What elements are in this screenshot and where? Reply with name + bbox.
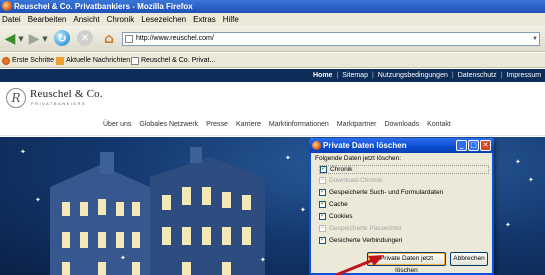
site-logo-subtitle: PRIVATBANKIERS bbox=[31, 101, 87, 106]
topnav-separator: | bbox=[336, 72, 339, 79]
checkbox-label: Download-Chronik bbox=[329, 177, 383, 184]
snowflake-icon: ✦ bbox=[515, 158, 521, 166]
firefox-bookmark-icon bbox=[2, 56, 10, 65]
menu-ansicht[interactable]: Ansicht bbox=[73, 13, 99, 26]
cancel-button[interactable]: Abbrechen bbox=[450, 252, 488, 266]
checkbox-cache[interactable]: Cache bbox=[319, 199, 348, 208]
dialog-prompt: Folgende Daten jetzt löschen: bbox=[315, 155, 401, 162]
snowflake-icon: ✦ bbox=[260, 256, 266, 264]
checkbox-label: Gespeicherte Such- und Formulardaten bbox=[329, 189, 444, 196]
topnav-imprint-link[interactable]: Impressum bbox=[506, 69, 541, 82]
back-arrow-icon[interactable]: ◀ bbox=[2, 31, 18, 47]
checkbox-icon[interactable] bbox=[319, 187, 326, 196]
nav-marktinformationen[interactable]: Marktinformationen bbox=[269, 114, 329, 136]
checkbox-icon[interactable] bbox=[319, 235, 326, 244]
menu-hilfe[interactable]: Hilfe bbox=[223, 13, 239, 26]
menu-bearbeiten[interactable]: Bearbeiten bbox=[28, 13, 67, 26]
checkbox-icon[interactable] bbox=[320, 164, 327, 173]
site-main-navigation: Über uns Globales Netzwerk Presse Karrie… bbox=[0, 114, 545, 136]
checkbox-cookies[interactable]: Cookies bbox=[319, 211, 353, 220]
window-title-bar: Reuschel & Co. Privatbankiers - Mozilla … bbox=[0, 0, 545, 13]
bank-building-image bbox=[50, 147, 265, 275]
topnav-separator: | bbox=[500, 72, 503, 79]
bookmark-reuschel[interactable]: Reuschel & Co. Privat... bbox=[131, 53, 215, 68]
bookmark-erste-schritte[interactable]: Erste Schritte bbox=[2, 53, 54, 68]
minimize-icon[interactable]: _ bbox=[456, 140, 467, 151]
home-icon[interactable]: ⌂ bbox=[100, 31, 118, 47]
bookmark-label: Erste Schritte bbox=[12, 57, 55, 64]
clear-private-data-dialog: Private Daten löschen _ □ ✕ Folgende Dat… bbox=[309, 138, 494, 275]
firefox-logo-icon bbox=[2, 1, 12, 11]
menu-extras[interactable]: Extras bbox=[193, 13, 216, 26]
back-history-dropdown-icon[interactable]: ▼ bbox=[18, 31, 24, 46]
checkbox-label: Cache bbox=[329, 201, 348, 208]
nav-karriere[interactable]: Karriere bbox=[236, 114, 261, 136]
bookmark-label: Aktuelle Nachrichten bbox=[66, 57, 131, 64]
reuschel-logo-icon[interactable]: R bbox=[6, 88, 26, 108]
snowflake-icon: ✦ bbox=[285, 154, 291, 162]
snowflake-icon: ✦ bbox=[35, 196, 41, 204]
checkbox-label: Gesicherte Verbindungen bbox=[329, 237, 403, 244]
checkbox-label: Gespeicherte Passwörter bbox=[329, 225, 402, 232]
topnav-sitemap-link[interactable]: Sitemap bbox=[342, 69, 368, 82]
menu-chronik[interactable]: Chronik bbox=[107, 13, 135, 26]
snowflake-icon: ✦ bbox=[505, 221, 511, 229]
close-icon[interactable]: ✕ bbox=[480, 140, 491, 151]
rss-feed-icon bbox=[56, 56, 64, 65]
topnav-separator: | bbox=[371, 72, 374, 79]
checkbox-passwoerter: Gespeicherte Passwörter bbox=[319, 223, 402, 232]
site-logo-name[interactable]: Reuschel & Co. bbox=[30, 88, 103, 100]
url-bar[interactable]: http://www.reuschel.com/ ▼ bbox=[122, 32, 540, 46]
nav-ueber-uns[interactable]: Über uns bbox=[103, 114, 131, 136]
forward-arrow-icon[interactable]: ▶ bbox=[26, 31, 42, 47]
checkbox-download-chronik: Download-Chronik bbox=[319, 175, 383, 184]
url-text: http://www.reuschel.com/ bbox=[136, 35, 214, 42]
checkbox-icon[interactable] bbox=[319, 211, 326, 220]
url-dropdown-icon[interactable]: ▼ bbox=[532, 33, 538, 45]
bookmark-label: Reuschel & Co. Privat... bbox=[141, 57, 216, 64]
menu-lesezeichen[interactable]: Lesezeichen bbox=[141, 13, 186, 26]
forward-history-dropdown-icon[interactable]: ▼ bbox=[42, 31, 48, 46]
checkbox-chronik[interactable]: Chronik bbox=[319, 164, 489, 174]
bookmarks-toolbar: Erste Schritte Aktuelle Nachrichten Reus… bbox=[0, 53, 545, 68]
topnav-home-link[interactable]: Home bbox=[313, 69, 332, 82]
snowflake-icon: ✦ bbox=[528, 176, 534, 184]
stop-icon[interactable]: ✕ bbox=[77, 30, 93, 46]
menu-bar: Datei Bearbeiten Ansicht Chronik Lesezei… bbox=[0, 13, 545, 26]
checkbox-icon bbox=[319, 175, 326, 184]
site-top-navigation: Home | Sitemap | Nutzungsbedingungen | D… bbox=[0, 69, 545, 82]
dialog-title-bar[interactable]: Private Daten löschen _ □ ✕ bbox=[309, 138, 494, 153]
maximize-icon[interactable]: □ bbox=[468, 140, 479, 151]
snowflake-icon: ✦ bbox=[120, 254, 126, 262]
nav-downloads[interactable]: Downloads bbox=[384, 114, 419, 136]
snowflake-icon: ✦ bbox=[20, 148, 26, 156]
nav-presse[interactable]: Presse bbox=[206, 114, 228, 136]
dialog-title: Private Daten löschen bbox=[323, 141, 407, 150]
checkbox-icon bbox=[319, 223, 326, 232]
nav-kontakt[interactable]: Kontakt bbox=[427, 114, 451, 136]
checkbox-gesicherte-verbindungen[interactable]: Gesicherte Verbindungen bbox=[319, 235, 403, 244]
menu-datei[interactable]: Datei bbox=[2, 13, 21, 26]
page-icon bbox=[131, 56, 139, 65]
checkbox-label: Cookies bbox=[329, 213, 353, 220]
bookmark-aktuelle-nachrichten[interactable]: Aktuelle Nachrichten bbox=[56, 53, 130, 68]
topnav-privacy-link[interactable]: Datenschutz bbox=[458, 69, 497, 82]
window-title: Reuschel & Co. Privatbankiers - Mozilla … bbox=[14, 2, 193, 11]
topnav-separator: | bbox=[451, 72, 454, 79]
nav-globales-netzwerk[interactable]: Globales Netzwerk bbox=[139, 114, 198, 136]
topnav-terms-link[interactable]: Nutzungsbedingungen bbox=[378, 69, 448, 82]
checkbox-label: Chronik bbox=[330, 166, 353, 173]
clear-data-now-button[interactable]: Private Daten jetzt löschen bbox=[367, 252, 446, 274]
checkbox-formulardaten[interactable]: Gespeicherte Such- und Formulardaten bbox=[319, 187, 444, 196]
firefox-logo-icon bbox=[312, 141, 321, 150]
page-icon bbox=[125, 35, 133, 43]
checkbox-icon[interactable] bbox=[319, 199, 326, 208]
site-header: R Reuschel & Co. PRIVATBANKIERS bbox=[0, 82, 545, 114]
nav-marktpartner[interactable]: Marktpartner bbox=[337, 114, 377, 136]
snowflake-icon: ✦ bbox=[300, 206, 306, 214]
reload-icon[interactable]: ↻ bbox=[54, 30, 70, 46]
navigation-toolbar: ◀ ▼ ▶ ▼ ↻ ✕ ⌂ http://www.reuschel.com/ ▼ bbox=[0, 26, 545, 52]
